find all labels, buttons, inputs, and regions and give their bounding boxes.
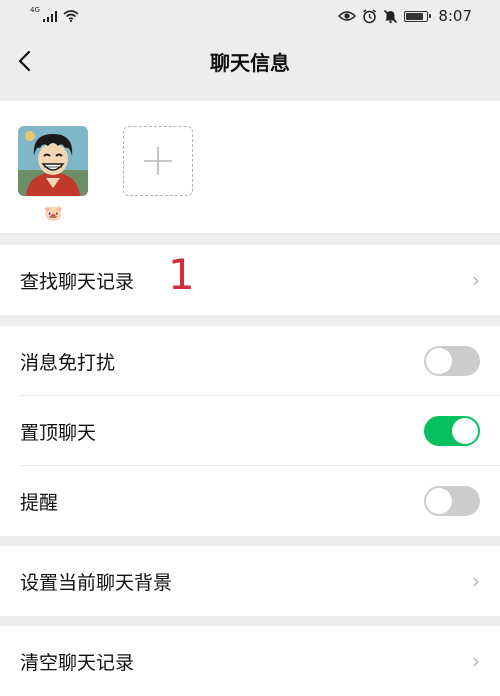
search-chat-history-label: 查找聊天记录 [20, 270, 135, 293]
navigation-bar: 聊天信息 [0, 32, 500, 90]
pig-emoji-badge: 🐷 [44, 204, 63, 222]
chevron-right-icon: › [472, 268, 480, 292]
toggle-knob [426, 488, 452, 514]
members-section: 🐷 [0, 101, 500, 233]
chat-settings-section: 消息免打扰 置顶聊天 提醒 [0, 326, 500, 536]
pin-chat-label: 置顶聊天 [20, 421, 97, 444]
clock: 8:07 [438, 7, 472, 25]
mute-notifications-row: 消息免打扰 [0, 326, 500, 396]
pin-chat-row: 置顶聊天 [0, 396, 500, 466]
chat-background-section: 设置当前聊天背景 › [0, 546, 500, 616]
plus-icon [144, 147, 172, 175]
set-chat-background-label: 设置当前聊天背景 [20, 571, 173, 594]
status-bar: 4G 8:07 [0, 0, 500, 32]
chevron-right-icon: › [472, 569, 480, 593]
reminder-row: 提醒 [0, 466, 500, 536]
search-chat-history-row[interactable]: 查找聊天记录 › [0, 245, 500, 315]
wifi-icon [63, 10, 79, 22]
eye-icon [338, 11, 357, 21]
reminder-toggle[interactable] [424, 486, 480, 516]
status-right: 8:07 [338, 7, 472, 25]
network-type: 4G [30, 6, 40, 14]
mute-notifications-label: 消息免打扰 [20, 351, 116, 374]
member-avatar[interactable] [18, 126, 88, 196]
chevron-right-icon: › [472, 649, 480, 673]
back-button[interactable] [10, 44, 42, 78]
page-title: 聊天信息 [210, 50, 290, 75]
add-member-button[interactable] [123, 126, 193, 196]
mute-notifications-toggle[interactable] [424, 346, 480, 376]
signal-icon [42, 10, 58, 22]
clear-chat-history-row[interactable]: 清空聊天记录 › [0, 626, 500, 696]
toggle-knob [426, 348, 452, 374]
clear-chat-history-label: 清空聊天记录 [20, 651, 135, 674]
pin-chat-toggle[interactable] [424, 416, 480, 446]
search-history-section: 查找聊天记录 › [0, 245, 500, 315]
mute-icon [384, 9, 398, 23]
back-arrow-icon [18, 50, 31, 72]
status-left: 4G [30, 6, 79, 22]
battery-icon [404, 10, 432, 22]
luffy-avatar-icon [18, 126, 88, 196]
annotation-number: 1 [168, 250, 195, 299]
alarm-icon [363, 8, 377, 23]
toggle-knob [452, 418, 478, 444]
clear-history-section: 清空聊天记录 › [0, 626, 500, 696]
reminder-label: 提醒 [20, 491, 59, 514]
set-chat-background-row[interactable]: 设置当前聊天背景 › [0, 546, 500, 616]
